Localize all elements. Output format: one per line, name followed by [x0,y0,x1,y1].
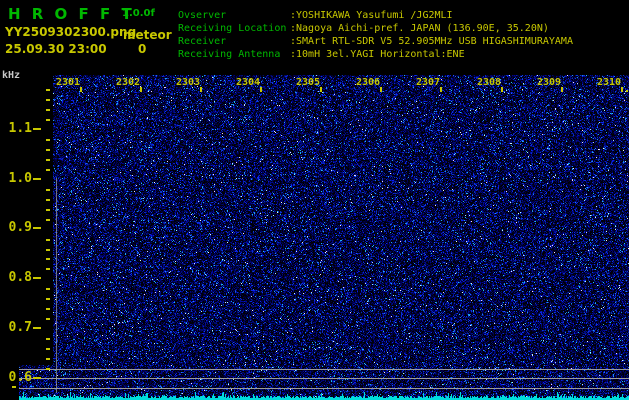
station-row-antenna: Receiving Antenna :10mH 3el.YAGI Horizont… [178,48,573,61]
freq-minor-tick [46,209,50,211]
trailing-dot-mark [626,90,628,92]
level-strip-tick [12,386,16,388]
freq-minor-tick [46,159,50,161]
freq-minor-tick [46,298,50,300]
freq-minor-tick [46,199,50,201]
app-title: H R O F F T [8,5,133,23]
station-info: Ovserver :YOSHIKAWA Yasufumi /JG2MLI Rece… [178,9,573,61]
time-tick-label: 2308 [477,77,502,88]
freq-major-tick [33,178,41,180]
freq-major-tick [33,377,41,379]
time-tick-label: 2305 [296,77,321,88]
freq-tick-label: 1.1 [8,121,32,136]
freq-minor-tick [46,338,50,340]
time-tick-mark [501,87,503,92]
mode-label: meteor [123,28,172,42]
station-row-observer: Ovserver :YOSHIKAWA Yasufumi /JG2MLI [178,9,573,22]
freq-minor-tick [46,308,50,310]
station-label: Ovserver [178,10,227,21]
freq-minor-tick [46,318,50,320]
freq-axis-unit: kHz [2,70,21,81]
freq-minor-tick [46,219,50,221]
time-tick-label: 2309 [537,77,562,88]
time-tick-label: 2306 [356,77,381,88]
freq-minor-tick [46,139,50,141]
freq-major-tick [33,128,41,130]
freq-minor-tick [46,268,50,270]
time-tick-mark [260,87,262,92]
station-value: :YOSHIKAWA Yasufumi /JG2MLI [290,10,453,21]
station-value: :10mH 3el.YAGI Horizontal:ENE [290,49,465,60]
spectrogram-canvas [19,75,629,400]
freq-minor-tick [46,348,50,350]
observation-datetime: 25.09.30 23:00 [5,42,107,56]
station-row-location: Receiving Location:Nagoya Aichi-pref. JA… [178,22,573,35]
freq-major-tick [33,227,41,229]
freq-minor-tick [46,368,50,370]
time-tick-mark [140,87,142,92]
time-tick-label: 2307 [416,77,441,88]
time-tick-label: 2301 [56,77,81,88]
hrofft-window: H R O F F T 1.0.0f YY2509302300.png mete… [0,0,629,400]
time-tick-mark [380,87,382,92]
freq-minor-tick [46,119,50,121]
freq-tick-label: 0.6 [8,370,32,385]
station-row-receiver: Receiver :SMArt RTL-SDR V5 52.905MHz USB … [178,35,573,48]
freq-minor-tick [46,169,50,171]
freq-tick-label: 1.0 [8,171,32,186]
freq-minor-tick [46,189,50,191]
freq-minor-tick [46,288,50,290]
freq-tick-label: 0.8 [8,270,32,285]
freq-tick-label: 0.7 [8,320,32,335]
freq-tick-label: 0.9 [8,220,32,235]
freq-major-tick [33,327,41,329]
freq-minor-tick [46,258,50,260]
time-tick-label: 2302 [116,77,141,88]
freq-minor-tick [46,149,50,151]
time-tick-label: 2304 [236,77,261,88]
freq-minor-tick [46,109,50,111]
station-value: :Nagoya Aichi-pref. JAPAN (136.90E, 35.2… [290,23,549,34]
freq-minor-tick [46,99,50,101]
station-label: Receiving Antenna [178,49,281,60]
station-label: Receiving Location [178,23,287,34]
app-version: 1.0.0f [122,8,155,19]
time-tick-mark [621,87,623,92]
meteor-count: 0 [138,42,147,56]
time-tick-mark [561,87,563,92]
station-label: Receiver [178,36,227,47]
time-tick-mark [80,87,82,92]
time-tick-mark [200,87,202,92]
time-tick-label: 2303 [176,77,201,88]
freq-major-tick [33,277,41,279]
output-filename: YY2509302300.png [5,25,137,39]
time-tick-mark [320,87,322,92]
freq-minor-tick [46,239,50,241]
freq-minor-tick [46,249,50,251]
freq-minor-tick [46,358,50,360]
station-value: :SMArt RTL-SDR V5 52.905MHz USB HIGASHIM… [290,36,573,47]
freq-minor-tick [46,89,50,91]
time-tick-label: 2310 [597,77,622,88]
time-tick-mark [440,87,442,92]
